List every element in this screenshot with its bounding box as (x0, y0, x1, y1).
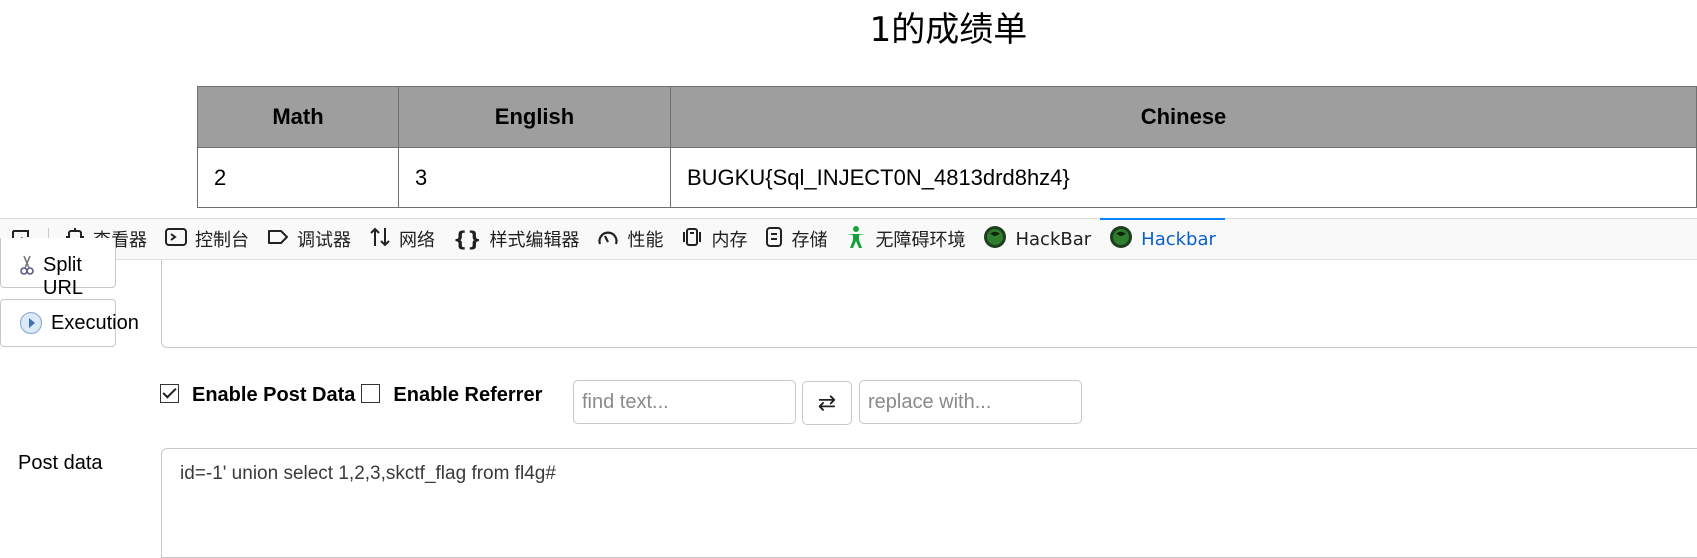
tab-label: 网络 (399, 230, 435, 251)
tab-label: Hackbar (1141, 228, 1216, 250)
hackbar-icon (983, 225, 1015, 254)
cell-math: 2 (197, 147, 399, 208)
tab-label: 样式编辑器 (489, 230, 580, 251)
style-editor-icon: {} (453, 227, 482, 251)
tab-accessibility[interactable]: 无障碍环境 (836, 219, 974, 259)
tab-performance[interactable]: 性能 (588, 219, 672, 259)
swap-icon: ⇄ (817, 390, 837, 415)
tab-storage[interactable]: 存储 (756, 219, 836, 259)
post-data-label: Post data (18, 452, 103, 474)
scissors-icon (19, 254, 35, 276)
performance-icon (597, 227, 627, 252)
tab-label: 无障碍环境 (875, 230, 966, 251)
page-title: 1的成绩单 (869, 10, 1028, 50)
cell-chinese: BUGKU{Sql_INJECT0N_4813drd8hz4} (670, 147, 1697, 208)
tab-hackbar-2[interactable]: Hackbar (1100, 218, 1225, 259)
enable-post-label: Enable Post Data (192, 384, 356, 406)
execution-label: Execution (51, 311, 139, 334)
tab-hackbar-1[interactable]: HackBar (974, 219, 1100, 259)
tab-debugger[interactable]: 调试器 (258, 219, 360, 259)
grades-table: Math English Chinese 2 3 BUGKU{Sql_INJEC… (197, 86, 1697, 208)
tab-style-editor[interactable]: {} 样式编辑器 (444, 219, 588, 259)
play-icon (19, 311, 43, 335)
enable-referrer-checkbox[interactable] (361, 384, 381, 403)
tab-label: 控制台 (195, 230, 249, 251)
debugger-icon (267, 227, 297, 252)
url-textarea[interactable] (161, 260, 1697, 348)
tab-label: 调试器 (297, 230, 351, 251)
memory-icon (681, 226, 711, 253)
options-row: Enable Post Data Enable Referrer (160, 384, 548, 407)
tab-label: 存储 (791, 230, 828, 251)
network-icon (369, 226, 399, 253)
enable-post-checkbox[interactable] (160, 384, 179, 403)
hackbar-icon (1109, 225, 1141, 254)
table-row: 2 3 BUGKU{Sql_INJECT0N_4813drd8hz4} (197, 147, 1697, 208)
tab-label: HackBar (1015, 228, 1092, 250)
find-input[interactable] (573, 380, 796, 424)
split-url-button[interactable]: Split URL (0, 238, 116, 299)
tab-label: 性能 (627, 230, 664, 251)
tab-network[interactable]: 网络 (360, 219, 444, 259)
devtools-tabs: 查看器 控制台 调试器 网络 {} 样式编辑器 性能 内存 存储 无障碍环境 H… (56, 218, 1225, 259)
cell-english: 3 (398, 147, 671, 208)
tab-memory[interactable]: 内存 (672, 219, 756, 259)
console-icon (165, 227, 195, 252)
replace-input[interactable] (859, 380, 1082, 424)
header-english: English (398, 86, 671, 148)
table-header-row: Math English Chinese (197, 86, 1697, 148)
execution-button[interactable]: Execution (0, 299, 139, 347)
header-math: Math (197, 86, 399, 148)
storage-icon (765, 226, 791, 253)
accessibility-icon (845, 225, 875, 254)
devtools-toolbar: 查看器 控制台 调试器 网络 {} 样式编辑器 性能 内存 存储 无障碍环境 H… (0, 218, 1697, 260)
header-chinese: Chinese (670, 86, 1697, 148)
tab-console[interactable]: 控制台 (156, 219, 258, 259)
post-data-textarea[interactable]: id=-1' union select 1,2,3,skctf_flag fro… (161, 448, 1697, 558)
split-url-label: Split URL (43, 254, 84, 299)
swap-button[interactable]: ⇄ (802, 381, 852, 425)
tab-label: 内存 (711, 230, 748, 251)
enable-referrer-label: Enable Referrer (393, 384, 543, 406)
